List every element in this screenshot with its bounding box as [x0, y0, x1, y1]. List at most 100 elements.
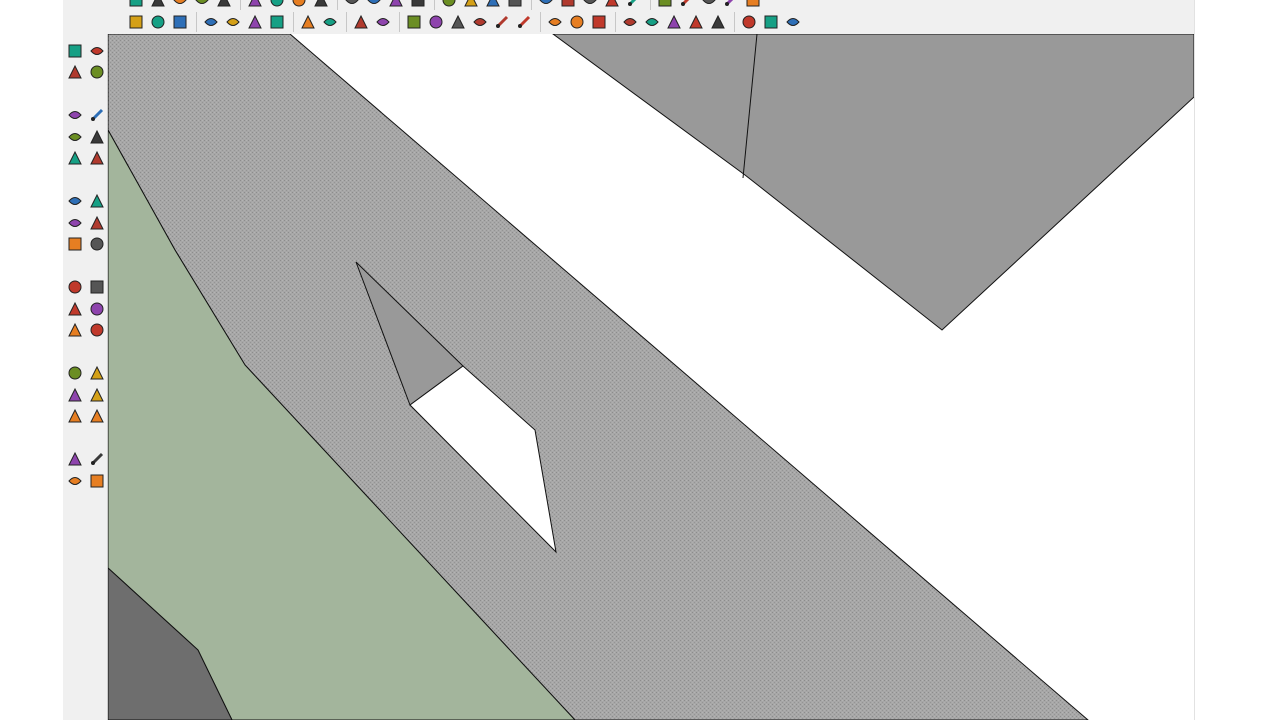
left-view-button[interactable] — [514, 12, 534, 32]
axes-tool-button[interactable] — [64, 320, 86, 342]
cut-icon — [203, 14, 219, 30]
push-pull-tool-button[interactable] — [86, 191, 108, 213]
pan-tool-button[interactable] — [86, 363, 108, 385]
move-button[interactable] — [337, 0, 362, 10]
scale-tool-button[interactable] — [64, 234, 86, 256]
walk-button[interactable] — [580, 0, 600, 10]
zoom-window-button[interactable] — [483, 0, 503, 10]
zoom-button[interactable] — [461, 0, 481, 10]
follow-me-button[interactable] — [386, 0, 406, 10]
orbit-tool-button[interactable] — [734, 12, 759, 32]
look-around-tool-button[interactable] — [86, 449, 108, 471]
sandbox-button[interactable] — [650, 0, 675, 10]
scenes-button[interactable] — [589, 12, 609, 32]
look-around-button[interactable] — [624, 0, 644, 10]
dimension-tool-button[interactable] — [86, 277, 108, 299]
right-margin — [1194, 0, 1280, 720]
save-button[interactable] — [170, 12, 190, 32]
circle-tool-button[interactable] — [642, 12, 662, 32]
scale-button[interactable] — [408, 0, 428, 10]
left-margin — [0, 0, 63, 720]
new-file-button[interactable] — [126, 12, 146, 32]
orbit-tool-button[interactable] — [64, 363, 86, 385]
3d-text-tool-button[interactable] — [86, 320, 108, 342]
front-view-button[interactable] — [448, 12, 468, 32]
circle-button[interactable] — [192, 0, 212, 10]
zoom-window-tool-button[interactable] — [86, 384, 108, 406]
tape-button[interactable] — [289, 0, 309, 10]
circle-icon — [194, 0, 210, 8]
top-view-icon — [428, 14, 444, 30]
rectangle-button[interactable] — [170, 0, 190, 10]
tape-measure-tool-button[interactable] — [64, 277, 86, 299]
google-earth-button[interactable] — [677, 0, 697, 10]
pencil-button[interactable] — [148, 0, 168, 10]
arc-button[interactable] — [214, 0, 234, 10]
paint-bucket-tool-button[interactable] — [64, 62, 86, 84]
toolbar-separator — [64, 341, 108, 344]
rotate-button[interactable] — [364, 0, 384, 10]
push-pull-button[interactable] — [311, 0, 331, 10]
text-tool-button[interactable] — [86, 298, 108, 320]
rectangle-icon — [67, 107, 83, 123]
polygon-tool-button[interactable] — [686, 12, 706, 32]
walk-tool-button[interactable] — [64, 470, 86, 492]
delete-button[interactable] — [267, 12, 287, 32]
freehand-tool-button[interactable] — [708, 12, 728, 32]
undo-icon — [300, 14, 316, 30]
warehouse-button[interactable] — [699, 0, 719, 10]
freehand-tool-button[interactable] — [86, 148, 108, 170]
print-button[interactable] — [346, 12, 371, 32]
cut-button[interactable] — [196, 12, 221, 32]
make-component-tool-button[interactable] — [86, 40, 108, 62]
position-camera-button[interactable] — [602, 0, 622, 10]
rectangle-tool-button[interactable] — [615, 12, 640, 32]
large-tool-set-toolbar — [63, 34, 108, 720]
offset-button[interactable] — [434, 0, 459, 10]
zoom-extents-tool-button[interactable] — [86, 406, 108, 428]
model-info-button[interactable] — [373, 12, 393, 32]
eraser-tool-button[interactable] — [86, 62, 108, 84]
iso-view-button[interactable] — [399, 12, 424, 32]
model-viewport[interactable] — [108, 34, 1194, 720]
rectangle-tool-button[interactable] — [64, 105, 86, 127]
arc-tool-button[interactable] — [664, 12, 684, 32]
copy-button[interactable] — [223, 12, 243, 32]
layer-button[interactable] — [721, 0, 741, 10]
line-tool-button[interactable] — [86, 105, 108, 127]
follow-me-tool-button[interactable] — [86, 212, 108, 234]
paint-button[interactable] — [240, 0, 265, 10]
select-arrow-button[interactable] — [126, 0, 146, 10]
position-camera-tool-button[interactable] — [64, 449, 86, 471]
make-component-button[interactable] — [540, 12, 565, 32]
zoom-tool-button[interactable] — [64, 384, 86, 406]
grey-block-face[interactable] — [552, 34, 1194, 331]
look-around-icon — [89, 451, 105, 467]
share-button[interactable] — [743, 0, 763, 10]
right-view-button[interactable] — [470, 12, 490, 32]
rotate-tool-button[interactable] — [64, 212, 86, 234]
redo-button[interactable] — [320, 12, 340, 32]
component-button[interactable] — [531, 0, 556, 10]
eraser-button[interactable] — [267, 0, 287, 10]
protractor-tool-button[interactable] — [64, 298, 86, 320]
circle-tool-button[interactable] — [64, 126, 86, 148]
open-folder-button[interactable] — [148, 12, 168, 32]
section-button[interactable] — [505, 0, 525, 10]
arc-tool-button[interactable] — [86, 126, 108, 148]
select-arrow-tool-button[interactable] — [64, 40, 86, 62]
shadow-button[interactable] — [558, 0, 578, 10]
tag-button[interactable] — [567, 12, 587, 32]
previous-view-tool-button[interactable] — [64, 406, 86, 428]
undo-button[interactable] — [293, 12, 318, 32]
back-view-button[interactable] — [492, 12, 512, 32]
paste-button[interactable] — [245, 12, 265, 32]
move-tool-button[interactable] — [64, 191, 86, 213]
section-plane-tool-button[interactable] — [86, 470, 108, 492]
styles-button[interactable] — [761, 12, 781, 32]
offset-tool-button[interactable] — [86, 234, 108, 256]
materials-button[interactable] — [783, 12, 803, 32]
top-view-button[interactable] — [426, 12, 446, 32]
toolbar-row-2 — [126, 11, 805, 33]
polygon-tool-button[interactable] — [64, 148, 86, 170]
